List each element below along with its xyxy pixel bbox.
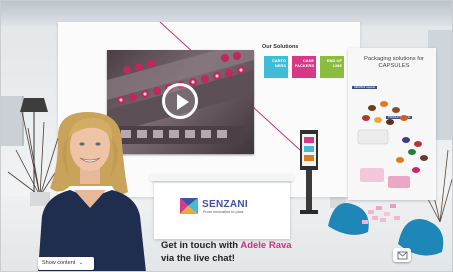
chevron-down-icon: ⌄ [78, 260, 84, 266]
envelope-icon [397, 251, 408, 260]
virtual-booth-scene: Our Solutions CARTO NERS CASE PACKERS EN… [0, 0, 453, 272]
brand-name: SENZANI [202, 199, 248, 210]
show-content-label: Show content [42, 260, 76, 266]
capsule-pile [362, 204, 400, 224]
our-solutions-title: Our Solutions [262, 44, 299, 50]
host-avatar[interactable] [30, 108, 158, 272]
counter-top [150, 174, 294, 181]
capsules-illustration [357, 101, 428, 188]
chat-invite-prefix: Get in touch with [161, 240, 241, 251]
chat-invite-line-1: Get in touch with Adele Rava [161, 240, 292, 251]
solution-tile-end-of-line[interactable]: END OF LINE [320, 56, 344, 78]
chat-invite-line-2: via the live chat! [161, 253, 235, 264]
host-name[interactable]: Adele Rava [240, 240, 291, 251]
brand-tagline: From innovation to pack [203, 210, 244, 214]
mail-button[interactable] [393, 248, 411, 262]
solution-tile-case-packers[interactable]: CASE PACKERS [292, 56, 316, 78]
solution-tile-cartoners[interactable]: CARTO NERS [264, 56, 288, 78]
info-kiosk[interactable] [298, 128, 320, 216]
senzani-logo-icon [180, 198, 198, 214]
play-icon[interactable] [162, 83, 198, 119]
show-content-button[interactable]: Show content ⌄ [38, 257, 94, 270]
